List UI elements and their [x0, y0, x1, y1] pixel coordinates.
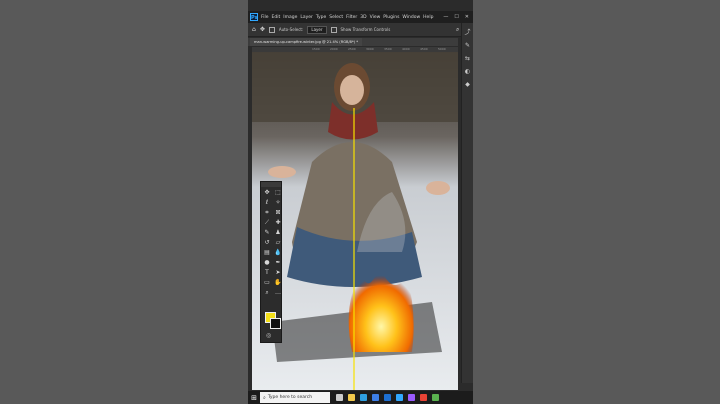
app-icon[interactable]	[432, 394, 439, 401]
window-controls: — ☐ ✕	[443, 14, 473, 20]
document-tab[interactable]: man-warming-up-campfire-winter.jpg @ 21.…	[250, 38, 363, 46]
auto-select-label: Auto-Select:	[278, 27, 304, 32]
eraser-icon[interactable]: ▱	[273, 238, 283, 247]
history-brush-icon[interactable]: ↺	[262, 238, 272, 247]
photoshop-logo: Ps	[250, 13, 258, 21]
menu-layer[interactable]: Layer	[300, 15, 313, 20]
menu-file[interactable]: File	[261, 15, 269, 20]
ruler-mark: 2000	[330, 47, 338, 51]
minimize-button[interactable]: —	[443, 14, 448, 20]
start-button[interactable]: ⊞	[248, 394, 260, 402]
edge-icon[interactable]	[360, 394, 367, 401]
search-placeholder: Type here to search	[267, 395, 313, 400]
store-icon[interactable]	[372, 394, 379, 401]
right-hand	[426, 181, 450, 195]
chrome-icon[interactable]	[420, 394, 427, 401]
explorer-icon[interactable]	[348, 394, 355, 401]
search-icon[interactable]: ⌕	[456, 26, 459, 34]
gradient-icon[interactable]: ▤	[262, 248, 272, 257]
right-panel-bar: ⤴ ✎ ⇆ ◐ ◆	[461, 23, 473, 383]
mail-icon[interactable]	[384, 394, 391, 401]
shape-icon[interactable]: ▭	[262, 278, 272, 287]
background-color-swatch[interactable]	[270, 318, 281, 329]
menu-3d[interactable]: 3D	[360, 15, 366, 20]
left-hand	[268, 166, 296, 178]
blur-icon[interactable]: 💧	[273, 248, 283, 257]
taskbar-icons	[336, 394, 439, 401]
healing-icon[interactable]: ✚	[273, 218, 283, 227]
menu-plugins[interactable]: Plugins	[383, 15, 399, 20]
ruler-mark: 1500	[312, 47, 320, 51]
menu-select[interactable]: Select	[329, 15, 343, 20]
transform-label: Show Transform Controls	[340, 27, 391, 32]
type-icon[interactable]: T	[262, 268, 272, 277]
home-icon[interactable]: ⌂	[252, 26, 256, 33]
ruler-mark: 3500	[384, 47, 392, 51]
dodge-icon[interactable]: ●	[262, 258, 272, 267]
eyedropper-icon[interactable]: ⟋	[262, 218, 272, 227]
brush-panel-icon[interactable]: ✎	[465, 42, 470, 49]
options-bar: ⌂ ✥ Auto-Select: Layer Show Transform Co…	[248, 23, 473, 37]
photoshop-icon[interactable]	[396, 394, 403, 401]
adjust-icon[interactable]: ⇆	[465, 55, 470, 62]
frame-icon[interactable]: ⊠	[273, 208, 283, 217]
ruler-mark: 2500	[348, 47, 356, 51]
ruler-mark: 3000	[366, 47, 374, 51]
ruler-mark: 4000	[402, 47, 410, 51]
auto-select-checkbox[interactable]	[268, 26, 275, 33]
tools-panel: ✥ ⬚ ℓ ✧ ⌗ ⊠ ⟋ ✚ ✎ ♟ ↺ ▱ ▤ 💧 ● ✒ T ➤ ▭ ✋ …	[260, 181, 282, 343]
windows-taskbar: ⊞ ⌕ Type here to search	[248, 391, 473, 404]
ruler-mark: 5000	[438, 47, 446, 51]
properties-icon[interactable]: ◐	[465, 68, 470, 75]
move-icon[interactable]: ✥	[262, 188, 272, 197]
menu-edit[interactable]: Edit	[272, 15, 281, 20]
more-tools-icon[interactable]: …	[273, 288, 283, 297]
menu-filter[interactable]: Filter	[346, 15, 357, 20]
document-tab-bar: man-warming-up-campfire-winter.jpg @ 21.…	[248, 38, 458, 46]
menu-image[interactable]: Image	[283, 15, 297, 20]
hand-icon[interactable]: ✋	[273, 278, 283, 287]
lasso-icon[interactable]: ℓ	[262, 198, 272, 207]
zoom-icon[interactable]: ⌕	[262, 288, 272, 297]
stamp-icon[interactable]: ♟	[273, 228, 283, 237]
menu-type[interactable]: Type	[316, 15, 326, 20]
menu-bar: Ps File Edit Image Layer Type Select Fil…	[248, 11, 473, 23]
layer-select[interactable]: Layer	[307, 25, 327, 34]
task-view-icon[interactable]	[336, 394, 343, 401]
menu-help[interactable]: Help	[423, 15, 433, 20]
taskbar-search[interactable]: ⌕ Type here to search	[260, 392, 330, 403]
transform-checkbox[interactable]	[330, 26, 337, 33]
maximize-button[interactable]: ☐	[454, 14, 458, 20]
magic-wand-icon[interactable]: ✧	[273, 198, 283, 207]
menu-window[interactable]: Window	[402, 15, 420, 20]
menu-view[interactable]: View	[370, 15, 381, 20]
crop-icon[interactable]: ⌗	[262, 208, 272, 217]
marquee-icon[interactable]: ⬚	[273, 188, 283, 197]
ruler-mark: 4500	[420, 47, 428, 51]
layers-icon[interactable]: ◆	[465, 81, 470, 88]
quick-mask-icon[interactable]: ◎	[266, 332, 271, 339]
path-select-icon[interactable]: ➤	[273, 268, 283, 277]
brush-icon[interactable]: ✎	[262, 228, 272, 237]
pen-icon[interactable]: ✒	[273, 258, 283, 267]
face	[340, 75, 364, 105]
search-icon: ⌕	[263, 394, 266, 401]
premiere-icon[interactable]	[408, 394, 415, 401]
share-icon[interactable]: ⤴	[464, 27, 470, 36]
close-button[interactable]: ✕	[465, 14, 469, 20]
move-tool-icon[interactable]: ✥	[260, 26, 265, 33]
